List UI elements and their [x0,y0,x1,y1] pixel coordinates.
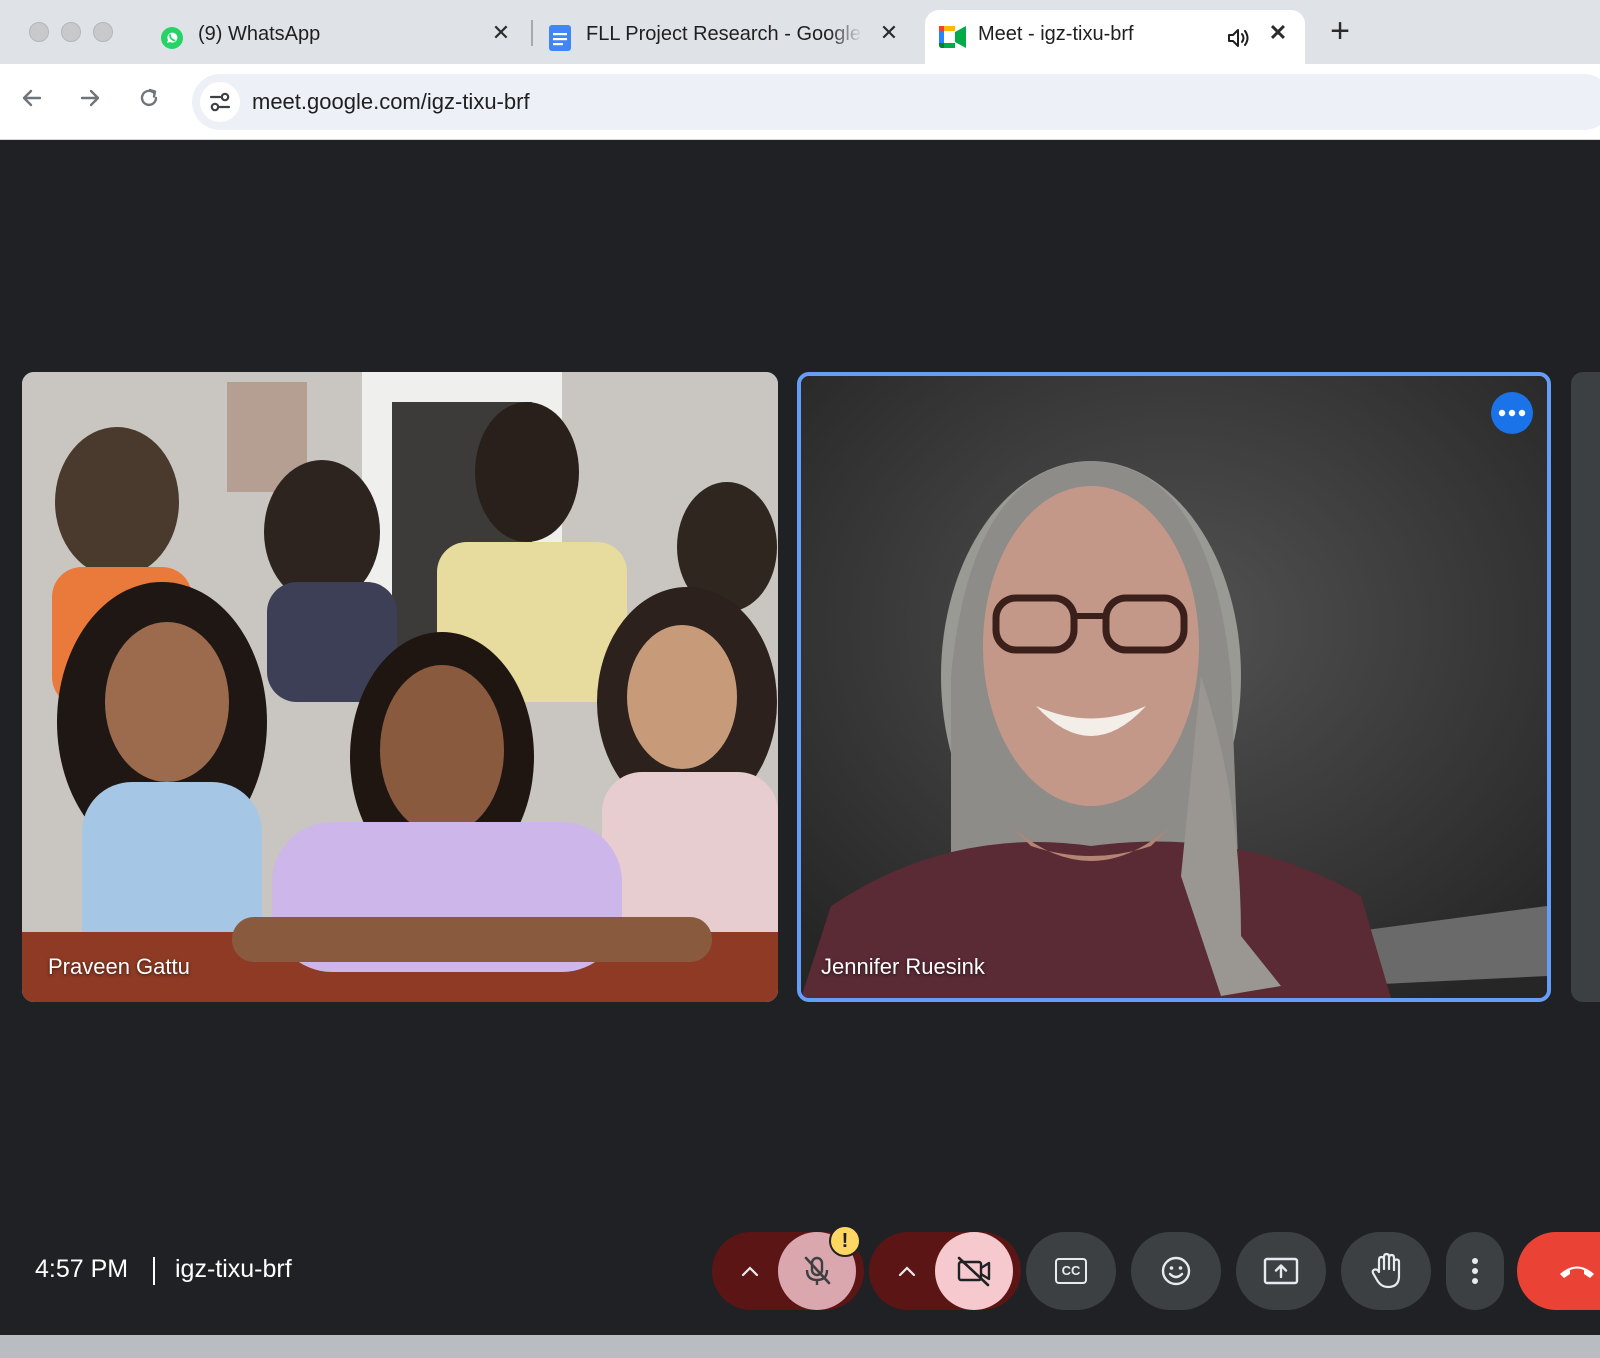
tab-whatsapp[interactable]: (9) WhatsApp ✕ [152,10,522,64]
hand-icon [1371,1252,1401,1289]
participant-tile-partial[interactable] [1571,372,1600,1002]
close-tab-icon[interactable]: ✕ [488,20,514,46]
whatsapp-icon [161,27,183,49]
close-tab-icon[interactable]: ✕ [876,20,902,46]
tune-icon [209,92,231,112]
tab-meet[interactable]: Meet - igz-tixu-brf ✕ [925,10,1305,64]
tab-title: FLL Project Research - Google [586,23,861,45]
mic-warning-badge[interactable]: ! [829,1225,861,1257]
captions-button[interactable]: CC [1026,1232,1116,1310]
participant-video [801,376,1547,998]
hang-up-icon [1560,1266,1594,1278]
site-info-button[interactable] [200,82,240,122]
close-tab-icon[interactable]: ✕ [1265,20,1291,46]
leave-call-button[interactable] [1517,1232,1600,1310]
captions-icon: CC [1055,1258,1087,1284]
tab-separator [531,20,533,46]
chevron-up-icon [898,1266,916,1277]
meeting-time: 4:57 PM [35,1255,129,1283]
window-close-button[interactable] [29,22,49,42]
present-screen-icon [1263,1257,1299,1285]
tab-title: Meet - igz-tixu-brf [978,23,1134,45]
meeting-code[interactable]: igz-tixu-brf [175,1255,292,1284]
participant-tile-active[interactable]: Jennifer Ruesink [797,372,1551,1002]
browser-toolbar: meet.google.com/igz-tixu-brf [0,64,1600,140]
back-button[interactable] [14,80,50,116]
audio-playing-icon[interactable] [1227,27,1251,49]
participant-video [22,372,778,1002]
reload-icon [140,88,158,107]
participant-name: Praveen Gattu [48,954,190,979]
participant-tile[interactable]: Praveen Gattu [22,372,778,1002]
emoji-icon [1161,1256,1191,1286]
new-tab-button[interactable]: + [1322,14,1358,50]
more-vertical-icon [1472,1258,1478,1284]
camera-off-icon [957,1256,991,1287]
reactions-button[interactable] [1131,1232,1221,1310]
google-meet-icon [939,26,966,48]
tab-fll-research[interactable]: FLL Project Research - Google ✕ [540,10,910,64]
video-settings-button[interactable] [869,1232,945,1310]
url-text[interactable]: meet.google.com/igz-tixu-brf [252,89,530,115]
more-options-button[interactable] [1491,392,1533,434]
reload-button[interactable] [131,80,167,116]
present-screen-button[interactable] [1236,1232,1326,1310]
raise-hand-button[interactable] [1341,1232,1431,1310]
address-bar[interactable]: meet.google.com/igz-tixu-brf [192,74,1600,130]
camera-toggle-button[interactable] [935,1232,1013,1310]
browser-window: (9) WhatsApp ✕ FLL Project Research - Go… [0,0,1600,1335]
participant-name: Jennifer Ruesink [821,954,985,979]
mic-off-icon [804,1256,831,1285]
forward-button[interactable] [72,80,108,116]
window-zoom-button[interactable] [93,22,113,42]
tab-title: (9) WhatsApp [198,23,321,45]
audio-settings-button[interactable] [712,1232,788,1310]
google-docs-icon [549,25,571,51]
divider [153,1257,155,1285]
forward-arrow-icon [80,89,100,107]
more-horizontal-icon [1498,409,1526,417]
tab-strip: (9) WhatsApp ✕ FLL Project Research - Go… [0,0,1600,64]
chevron-up-icon [741,1266,759,1277]
more-options-menu-button[interactable] [1446,1232,1504,1310]
back-arrow-icon [22,89,42,107]
window-minimize-button[interactable] [61,22,81,42]
